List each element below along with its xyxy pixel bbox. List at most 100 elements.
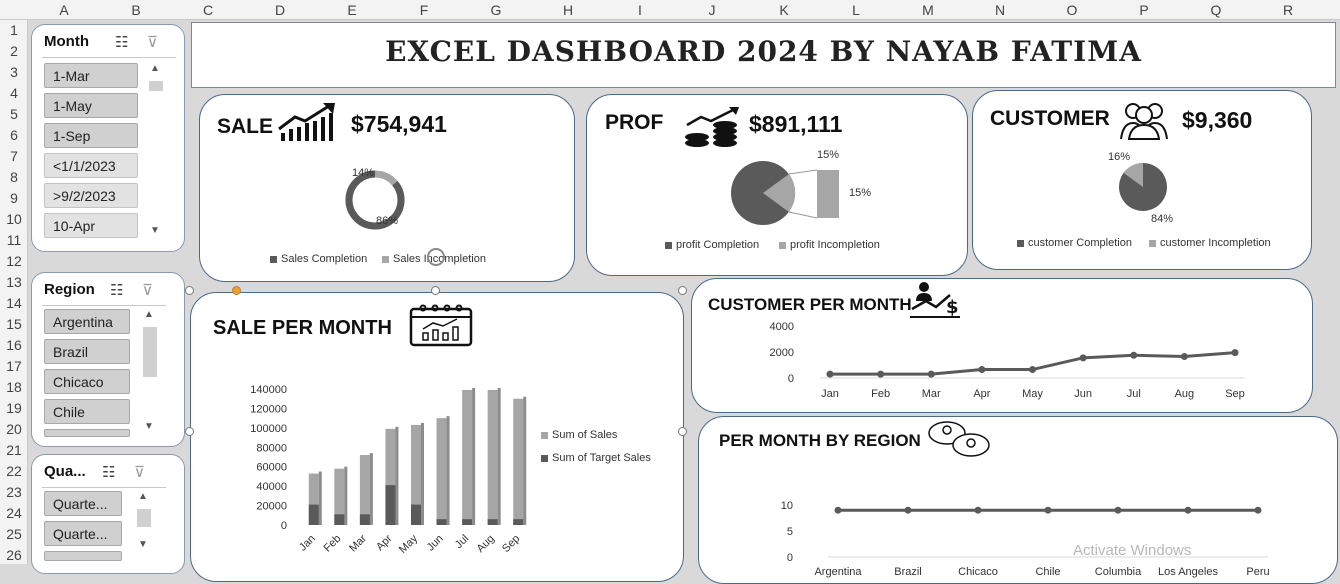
scroll-down-icon[interactable]: ▼ bbox=[150, 225, 160, 236]
col-header[interactable]: N bbox=[964, 2, 1036, 18]
slicer-item[interactable]: 1-Mar bbox=[44, 63, 138, 88]
row-header[interactable]: 18 bbox=[0, 379, 28, 395]
clear-filter-icon[interactable]: ⊽ bbox=[147, 33, 158, 51]
col-header[interactable]: D bbox=[244, 2, 316, 18]
row-header[interactable]: 23 bbox=[0, 484, 28, 500]
quarter-slicer[interactable]: Qua... ☷ ⊽ Quarte... Quarte... ▲ ▼ bbox=[31, 454, 185, 574]
scroll-thumb[interactable] bbox=[149, 81, 163, 91]
scroll-thumb[interactable] bbox=[137, 509, 151, 527]
clear-filter-icon[interactable]: ⊽ bbox=[134, 463, 145, 481]
col-header[interactable]: M bbox=[892, 2, 964, 18]
row-header[interactable]: 12 bbox=[0, 253, 28, 269]
col-header[interactable]: H bbox=[532, 2, 604, 18]
col-header[interactable]: J bbox=[676, 2, 748, 18]
row-header[interactable]: 15 bbox=[0, 316, 28, 332]
col-header[interactable]: A bbox=[28, 2, 100, 18]
row-header[interactable]: 26 bbox=[0, 547, 28, 563]
col-header[interactable]: F bbox=[388, 2, 460, 18]
clear-filter-icon[interactable]: ⊽ bbox=[142, 281, 153, 299]
row-header[interactable]: 5 bbox=[0, 106, 28, 122]
kpi-title: SALE bbox=[217, 115, 274, 138]
resize-handle[interactable] bbox=[185, 427, 194, 436]
row-header[interactable]: 4 bbox=[0, 85, 28, 101]
row-header[interactable]: 24 bbox=[0, 505, 28, 521]
slicer-item[interactable]: Chicaco bbox=[44, 369, 130, 394]
slicer-scrollbar[interactable]: ▲ ▼ bbox=[136, 491, 151, 551]
resize-handle[interactable] bbox=[678, 427, 687, 436]
slicer-item[interactable] bbox=[44, 551, 122, 561]
rotate-handle-icon[interactable] bbox=[427, 248, 445, 266]
dashboard-title-box[interactable]: EXCEL DASHBOARD 2024 BY NAYAB FATIMA bbox=[191, 22, 1336, 88]
slicer-item[interactable] bbox=[44, 429, 130, 437]
scroll-down-icon[interactable]: ▼ bbox=[144, 421, 154, 432]
multi-select-icon[interactable]: ☷ bbox=[110, 281, 123, 299]
col-header[interactable]: Q bbox=[1180, 2, 1252, 18]
col-header[interactable]: I bbox=[604, 2, 676, 18]
scroll-down-icon[interactable]: ▼ bbox=[138, 539, 148, 550]
sale-donut-chart[interactable] bbox=[340, 165, 410, 235]
slicer-scrollbar[interactable]: ▲ ▼ bbox=[142, 309, 157, 434]
row-header[interactable]: 25 bbox=[0, 526, 28, 542]
row-header[interactable]: 6 bbox=[0, 127, 28, 143]
row-header[interactable]: 14 bbox=[0, 295, 28, 311]
scroll-up-icon[interactable]: ▲ bbox=[150, 63, 160, 74]
col-header[interactable]: O bbox=[1036, 2, 1108, 18]
slicer-item[interactable]: Chile bbox=[44, 399, 130, 424]
slicer-item[interactable]: Quarte... bbox=[44, 491, 122, 516]
scroll-thumb[interactable] bbox=[143, 327, 157, 377]
slicer-item[interactable]: 1-May bbox=[44, 93, 138, 118]
region-line-chart[interactable]: 10 5 0 Argentina Brazil Chicaco Chile Columbia L… bbox=[699, 465, 1338, 583]
row-header[interactable]: 17 bbox=[0, 358, 28, 374]
slicer-item[interactable]: <1/1/2023 bbox=[44, 153, 138, 178]
scroll-up-icon[interactable]: ▲ bbox=[138, 491, 148, 502]
row-header[interactable]: 2 bbox=[0, 43, 28, 59]
month-slicer[interactable]: Month ☷ ⊽ 1-Mar 1-May 1-Sep <1/1/2023 >9… bbox=[31, 24, 185, 252]
col-header[interactable]: C bbox=[172, 2, 244, 18]
region-slicer[interactable]: Region ☷ ⊽ Argentina Brazil Chicaco Chil… bbox=[31, 272, 185, 447]
worksheet[interactable]: Month ☷ ⊽ 1-Mar 1-May 1-Sep <1/1/2023 >9… bbox=[28, 20, 1340, 584]
row-header[interactable]: 16 bbox=[0, 337, 28, 353]
col-header[interactable]: E bbox=[316, 2, 388, 18]
col-header[interactable]: B bbox=[100, 2, 172, 18]
col-header[interactable]: K bbox=[748, 2, 820, 18]
row-header[interactable]: 1 bbox=[0, 22, 28, 38]
sale-kpi-card[interactable]: SALE $754,941 14% 86% Sales Completion S… bbox=[199, 94, 575, 282]
col-header[interactable]: R bbox=[1252, 2, 1324, 18]
slicer-item[interactable]: Brazil bbox=[44, 339, 130, 364]
slicer-scrollbar[interactable]: ▲ ▼ bbox=[148, 63, 163, 238]
slicer-item[interactable]: Quarte... bbox=[44, 521, 122, 546]
resize-handle[interactable] bbox=[431, 286, 440, 295]
col-header[interactable]: L bbox=[820, 2, 892, 18]
row-header[interactable]: 3 bbox=[0, 64, 28, 80]
row-header[interactable]: 19 bbox=[0, 400, 28, 416]
row-header[interactable]: 7 bbox=[0, 148, 28, 164]
slicer-item[interactable]: Argentina bbox=[44, 309, 130, 334]
row-header[interactable]: 21 bbox=[0, 442, 28, 458]
profit-kpi-card[interactable]: PROF $891,111 15% 15% profit Completion … bbox=[586, 94, 968, 276]
row-header[interactable]: 10 bbox=[0, 211, 28, 227]
scroll-up-icon[interactable]: ▲ bbox=[144, 309, 154, 320]
multi-select-icon[interactable]: ☷ bbox=[102, 463, 115, 481]
row-header[interactable]: 11 bbox=[0, 232, 28, 248]
customer-line-chart[interactable]: 4000 2000 0 Jan Feb Mar Apr May Jun Jul Aug Sep bbox=[692, 309, 1313, 409]
row-header[interactable]: 20 bbox=[0, 421, 28, 437]
slicer-item[interactable]: 1-Sep bbox=[44, 123, 138, 148]
slicer-item[interactable]: 10-Apr bbox=[44, 213, 138, 238]
adjust-handle[interactable] bbox=[232, 286, 241, 295]
resize-handle[interactable] bbox=[678, 286, 687, 295]
sale-per-month-card[interactable]: SALE PER MONTH 140000 120000 100000 80000 60… bbox=[190, 292, 684, 582]
slicer-item[interactable]: >9/2/2023 bbox=[44, 183, 138, 208]
data-point bbox=[1180, 353, 1188, 361]
row-header[interactable]: 22 bbox=[0, 463, 28, 479]
row-header[interactable]: 13 bbox=[0, 274, 28, 290]
col-header[interactable]: P bbox=[1108, 2, 1180, 18]
resize-handle[interactable] bbox=[185, 286, 194, 295]
col-header[interactable]: G bbox=[460, 2, 532, 18]
customer-per-month-card[interactable]: CUSTOMER PER MONTH $ 4000 2000 0 Jan Feb Mar A… bbox=[691, 278, 1313, 413]
customer-kpi-card[interactable]: CUSTOMER $9,360 16% 84% customer Complet… bbox=[972, 90, 1312, 270]
per-month-by-region-card[interactable]: PER MONTH BY REGION 10 5 0 Argentina Brazil C… bbox=[698, 416, 1338, 584]
customer-pie-chart[interactable] bbox=[1115, 159, 1171, 215]
row-header[interactable]: 8 bbox=[0, 169, 28, 185]
row-header[interactable]: 9 bbox=[0, 190, 28, 206]
multi-select-icon[interactable]: ☷ bbox=[115, 33, 128, 51]
